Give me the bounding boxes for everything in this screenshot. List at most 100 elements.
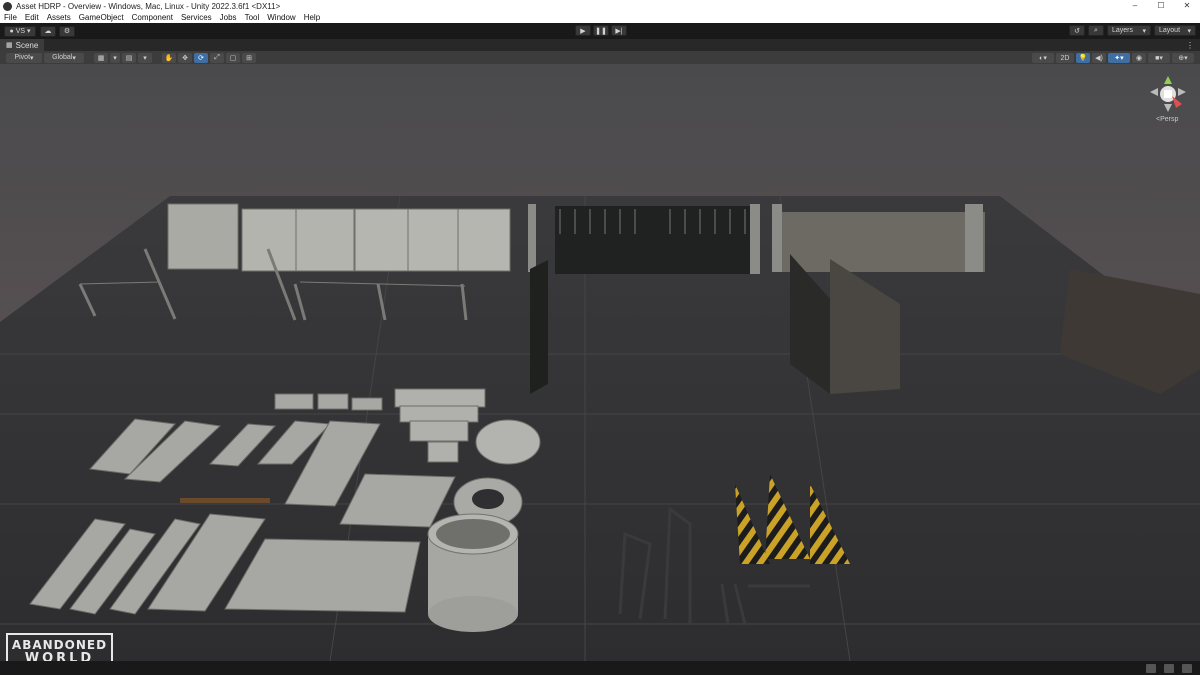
cloud-button[interactable]: ☁: [40, 25, 56, 37]
rect-tool-button[interactable]: ▢: [226, 52, 240, 63]
perspective-label[interactable]: <Persp: [1156, 116, 1178, 123]
wooden-plank: [180, 498, 270, 503]
chevron-down-icon: ▾: [1142, 27, 1146, 35]
pivot-dropdown[interactable]: Pivot ▾: [6, 52, 42, 63]
camera-icon: ■▾: [1155, 55, 1163, 62]
chevron-down-icon: ▾: [113, 54, 117, 62]
light-bulb-icon: 💡: [1078, 55, 1088, 62]
more-options-icon[interactable]: ⋮: [1186, 41, 1194, 50]
chevron-down-icon: ▾: [143, 54, 147, 62]
logo-line-1: ABANDONED: [11, 637, 108, 652]
hand-tool-button[interactable]: ✋: [162, 52, 176, 63]
window-controls: – ☐ ✕: [1122, 0, 1200, 12]
menu-component[interactable]: Component: [132, 13, 173, 22]
unity-logo-icon: [3, 1, 12, 11]
scale-icon: ⤢: [214, 53, 220, 61]
transform-icon: ⊞: [246, 54, 252, 62]
hand-icon: ✋: [164, 54, 174, 62]
menu-edit[interactable]: Edit: [25, 13, 39, 22]
effects-toggle[interactable]: ✦▾: [1108, 53, 1130, 63]
lighting-toggle[interactable]: 💡: [1076, 53, 1090, 63]
layers-label: Layers: [1112, 27, 1134, 34]
menu-services[interactable]: Services: [181, 13, 212, 22]
history-button[interactable]: ↺: [1069, 25, 1085, 36]
speaker-icon: ◀): [1095, 55, 1103, 62]
menu-file[interactable]: File: [4, 13, 17, 22]
account-dropdown[interactable]: ● VS ▾: [4, 25, 36, 37]
menu-assets[interactable]: Assets: [47, 13, 71, 22]
toolbar-right: ↺ ⌕ Layers ▾ Layout ▾: [1069, 25, 1196, 36]
scale-tool-button[interactable]: ⤢: [210, 52, 224, 63]
menu-jobs[interactable]: Jobs: [220, 13, 237, 22]
2d-label: 2D: [1060, 54, 1070, 62]
minimize-button[interactable]: –: [1122, 0, 1148, 12]
play-icon: ▶: [580, 27, 586, 35]
gizmos-button[interactable]: ⊕▾: [1172, 53, 1194, 63]
services-button[interactable]: ⚙: [59, 25, 75, 37]
rotate-tool-button[interactable]: ⟳: [194, 52, 208, 63]
tab-scene-label: Scene: [15, 40, 39, 50]
scene-tab-row: ▦ Scene ⋮: [0, 39, 1200, 51]
play-controls: ▶ ❚❚ ▶|: [575, 25, 627, 36]
close-button[interactable]: ✕: [1174, 0, 1200, 12]
transform-tool-button[interactable]: ⊞: [242, 52, 256, 63]
layers-dropdown[interactable]: Layers ▾: [1107, 25, 1151, 36]
search-button[interactable]: ⌕: [1088, 25, 1104, 36]
cache-icon[interactable]: [1164, 663, 1174, 673]
network-icon[interactable]: [1146, 663, 1156, 673]
scene-view-options: ◐▾ 2D 💡 ◀) ✦▾ ◉ ■▾ ⊕▾: [1032, 53, 1196, 63]
chevron-down-icon: ▾: [72, 54, 76, 62]
menu-tool[interactable]: Tool: [245, 13, 260, 22]
rotate-icon: ⟳: [198, 54, 204, 62]
draw-mode-button[interactable]: ◐▾: [1032, 53, 1054, 63]
move-tool-button[interactable]: ✥: [178, 52, 192, 63]
hidden-objects-toggle[interactable]: ◉: [1132, 53, 1146, 63]
camera-settings-button[interactable]: ■▾: [1148, 53, 1170, 63]
pause-icon: ❚❚: [595, 27, 607, 35]
pivot-label: Pivot: [14, 54, 31, 61]
snap-increment-button[interactable]: ▤: [122, 52, 136, 63]
menu-gameobject[interactable]: GameObject: [79, 13, 124, 22]
grid-icon: ▦: [97, 54, 105, 62]
scene-viewport[interactable]: [0, 64, 1200, 661]
chevron-down-icon: ▾: [1187, 27, 1191, 35]
scene-icon: ▦: [6, 42, 13, 49]
metal-gate: [528, 204, 760, 274]
layout-dropdown[interactable]: Layout ▾: [1154, 25, 1196, 36]
global-dropdown[interactable]: Global ▾: [44, 52, 84, 63]
open-gate-left: [530, 260, 548, 394]
menu-help[interactable]: Help: [304, 13, 320, 22]
step-icon: ▶|: [615, 27, 623, 35]
window-title: Asset HDRP - Overview - Windows, Mac, Li…: [16, 1, 281, 11]
search-icon: ⌕: [1094, 26, 1098, 34]
step-button[interactable]: ▶|: [611, 25, 627, 36]
snap-icon: ▤: [125, 54, 133, 62]
effects-icon: ✦▾: [1114, 55, 1124, 62]
rusty-wall-panel: [772, 204, 985, 272]
maximize-button[interactable]: ☐: [1148, 0, 1174, 12]
2d-toggle[interactable]: 2D: [1056, 53, 1074, 63]
pause-button[interactable]: ❚❚: [593, 25, 609, 36]
snap-settings-button[interactable]: ▾: [138, 52, 152, 63]
status-bar: [0, 661, 1200, 675]
scene-render: [0, 64, 1200, 661]
tab-scene[interactable]: ▦ Scene: [0, 39, 45, 51]
grid-snapping-button[interactable]: ▦: [94, 52, 108, 63]
gear-icon: ⚙: [63, 28, 71, 35]
grid-menu-button[interactable]: ▾: [110, 52, 120, 63]
menu-window[interactable]: Window: [267, 13, 295, 22]
main-toolbar: ● VS ▾ ☁ ⚙ ▶ ❚❚ ▶| ↺ ⌕ Layers ▾ Layout ▾: [0, 23, 1200, 39]
account-icon: ●: [9, 27, 14, 35]
title-bar: Asset HDRP - Overview - Windows, Mac, Li…: [0, 0, 1200, 12]
history-icon: ↺: [1074, 27, 1080, 35]
globe-icon: ⊕▾: [1178, 55, 1188, 62]
account-label: VS: [15, 27, 26, 35]
play-button[interactable]: ▶: [575, 25, 591, 36]
lighting-bake-icon[interactable]: [1182, 663, 1192, 673]
global-label: Global: [52, 54, 73, 61]
audio-toggle[interactable]: ◀): [1092, 53, 1106, 63]
eye-icon: ◉: [1135, 55, 1143, 62]
move-icon: ✥: [182, 54, 188, 62]
scene-toolbar: Pivot ▾ Global ▾ ▦ ▾ ▤ ▾ ✋ ✥ ⟳ ⤢ ▢ ⊞ ◐▾ …: [0, 51, 1200, 65]
chevron-down-icon: ▾: [27, 28, 31, 35]
